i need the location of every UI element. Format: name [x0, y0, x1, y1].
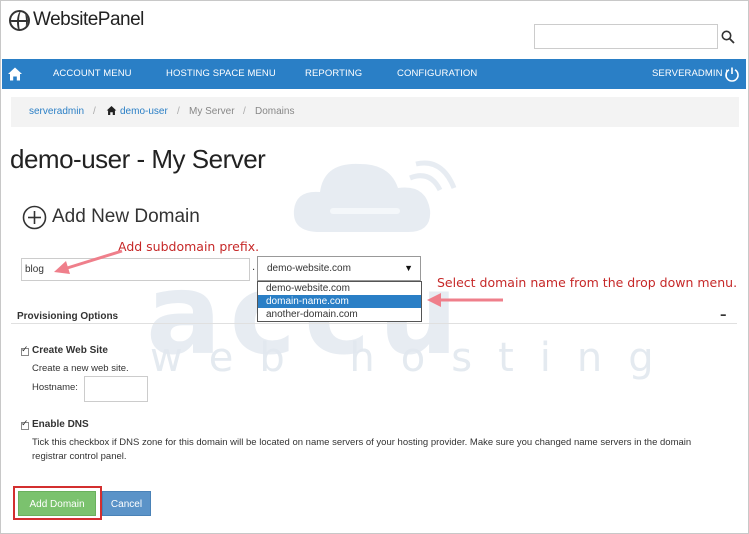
collapse-icon[interactable]: – — [720, 308, 727, 323]
annotation-dropdown-hint: Select domain name from the drop down me… — [437, 275, 738, 290]
home-icon[interactable] — [7, 66, 23, 82]
breadcrumb-separator: / — [243, 106, 246, 117]
domain-select[interactable]: demo-website.com ▼ — [257, 256, 421, 281]
create-web-site-checkbox[interactable] — [21, 345, 29, 356]
dropdown-option[interactable]: another-domain.com — [258, 308, 421, 321]
domain-dot-separator: . — [252, 262, 256, 273]
nav-configuration[interactable]: CONFIGURATION — [397, 59, 477, 89]
breadcrumb: serveradmin / demo-user / My Server / Do… — [11, 97, 739, 127]
section-divider — [11, 323, 737, 324]
page-title: demo-user - My Server — [10, 144, 266, 174]
hostname-label: Hostname: — [32, 382, 78, 393]
create-web-site-label: Create Web Site — [32, 345, 108, 356]
breadcrumb-demo-user[interactable]: demo-user — [120, 106, 168, 117]
logo-text: WebsitePanel — [33, 9, 144, 30]
breadcrumb-my-server[interactable]: My Server — [189, 106, 235, 117]
section-title: Add New Domain — [52, 206, 200, 227]
annotation-arrow-icon — [54, 249, 123, 274]
breadcrumb-separator: / — [93, 106, 96, 117]
nav-hosting-space-menu[interactable]: HOSTING SPACE MENU — [166, 59, 276, 89]
nav-user-menu[interactable]: SERVERADMIN | — [652, 59, 728, 89]
breadcrumb-domains: Domains — [255, 106, 295, 117]
create-web-site-description: Create a new web site. — [32, 363, 129, 374]
provisioning-options-title: Provisioning Options — [17, 311, 119, 322]
domain-dropdown-list: demo-website.com domain-name.com another… — [257, 281, 422, 322]
plus-circle-icon — [22, 205, 47, 230]
breadcrumb-separator: / — [177, 106, 180, 117]
main-nav: ACCOUNT MENU HOSTING SPACE MENU REPORTIN… — [2, 59, 746, 89]
enable-dns-checkbox[interactable] — [21, 419, 29, 430]
search-icon[interactable] — [721, 30, 735, 44]
enable-dns-label: Enable DNS — [32, 419, 89, 430]
annotation-prefix-hint: Add subdomain prefix. — [118, 239, 260, 254]
domain-select-value: demo-website.com — [267, 263, 351, 274]
dropdown-option[interactable]: demo-website.com — [258, 282, 421, 295]
nav-reporting[interactable]: REPORTING — [305, 59, 362, 89]
dropdown-arrow-icon: ▼ — [404, 263, 413, 273]
globe-icon — [9, 9, 30, 31]
dropdown-option[interactable]: domain-name.com — [258, 295, 421, 308]
power-icon[interactable] — [724, 66, 740, 82]
logo[interactable]: WebsitePanel — [9, 9, 144, 31]
breadcrumb-serveradmin[interactable]: serveradmin — [29, 106, 84, 117]
enable-dns-description: Tick this checkbox if DNS zone for this … — [32, 437, 692, 462]
cancel-button[interactable]: Cancel — [102, 491, 151, 516]
home-icon — [106, 106, 117, 115]
hostname-input[interactable] — [84, 376, 148, 402]
nav-account-menu[interactable]: ACCOUNT MENU — [53, 59, 132, 89]
search-input[interactable] — [534, 24, 718, 49]
annotation-arrow-icon — [427, 293, 503, 307]
add-domain-button[interactable]: Add Domain — [18, 491, 96, 516]
